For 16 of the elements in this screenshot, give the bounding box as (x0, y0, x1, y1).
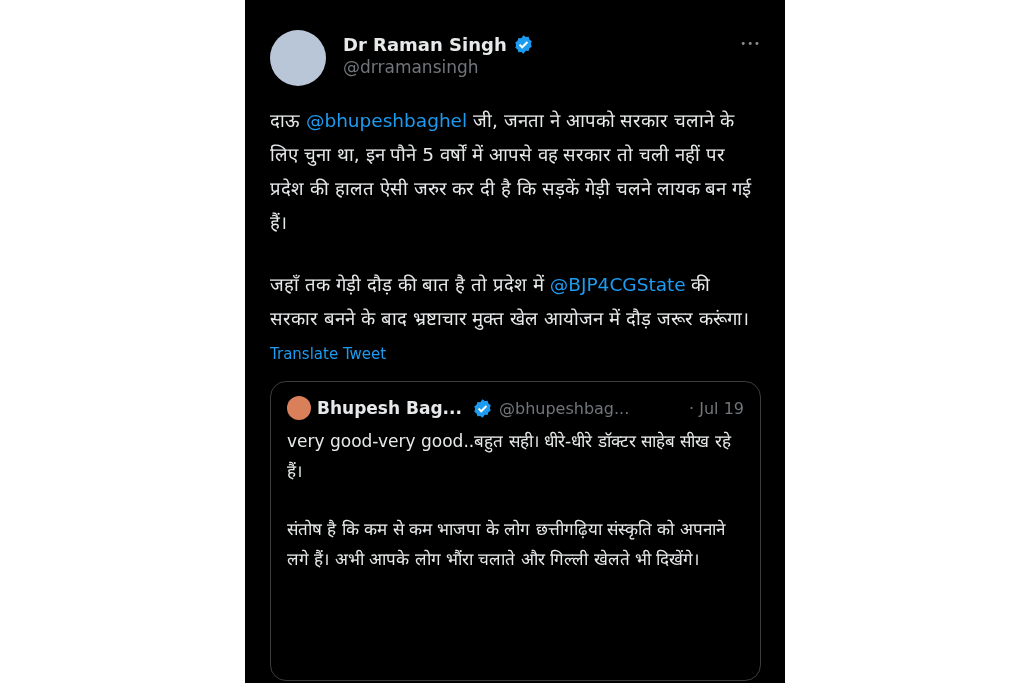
translate-tweet-link[interactable]: Translate Tweet (270, 345, 387, 363)
author-handle: @drramansingh (343, 57, 480, 77)
avatar-photo-placeholder (270, 30, 326, 86)
author-name: Dr Raman Singh (343, 34, 507, 55)
avatar-photo-placeholder (287, 396, 311, 420)
quoted-tweet-date: · Jul 19 (689, 398, 744, 418)
more-options-button[interactable]: ••• (740, 30, 761, 49)
quoted-author-handle: @bhupeshbag... (499, 398, 630, 418)
quoted-author-name: Bhupesh Bag... (317, 398, 462, 418)
tweet-text: जहाँ तक गेड़ी दौड़ की बात है तो प्रदेश में @BJP4CGState की सरकार बनने के बाद भ्रष्टाचार मुक्त खेल आयोजन में दौड़ जरूर करूंगा। (270, 273, 750, 332)
mention-link[interactable]: @BJP4CGState (549, 274, 686, 295)
quoted-tweet-card[interactable] (270, 381, 761, 681)
mention-link[interactable]: @bhupeshbaghel (305, 110, 468, 131)
tweet-text: दाऊ @bhupeshbaghel जी, जनता ने आपको सरकार चलाने के लिए चुना था, इन पौने 5 वर्षों में आपसे वह सरकार तो चली नहीं पर प्रदेश की हालत ऐसी जरुर कर दी है कि सड़कें गेड़ी चलने लायक बन गई हैं। (270, 109, 753, 235)
quoted-tweet-text: संतोष है कि कम से कम भाजपा के लोग छत्तीगढ़िया संस्कृति को अपनाने लगे हैं। अभी आपके लोग भौंरा चलाते और गिल्ली खेलते भी दिखेंगे। (287, 518, 727, 571)
quoted-tweet-text: very good-very good..बहुत सही। धीरे-धीरे डॉक्टर साहेब सीख रहे हैं। (287, 430, 733, 483)
